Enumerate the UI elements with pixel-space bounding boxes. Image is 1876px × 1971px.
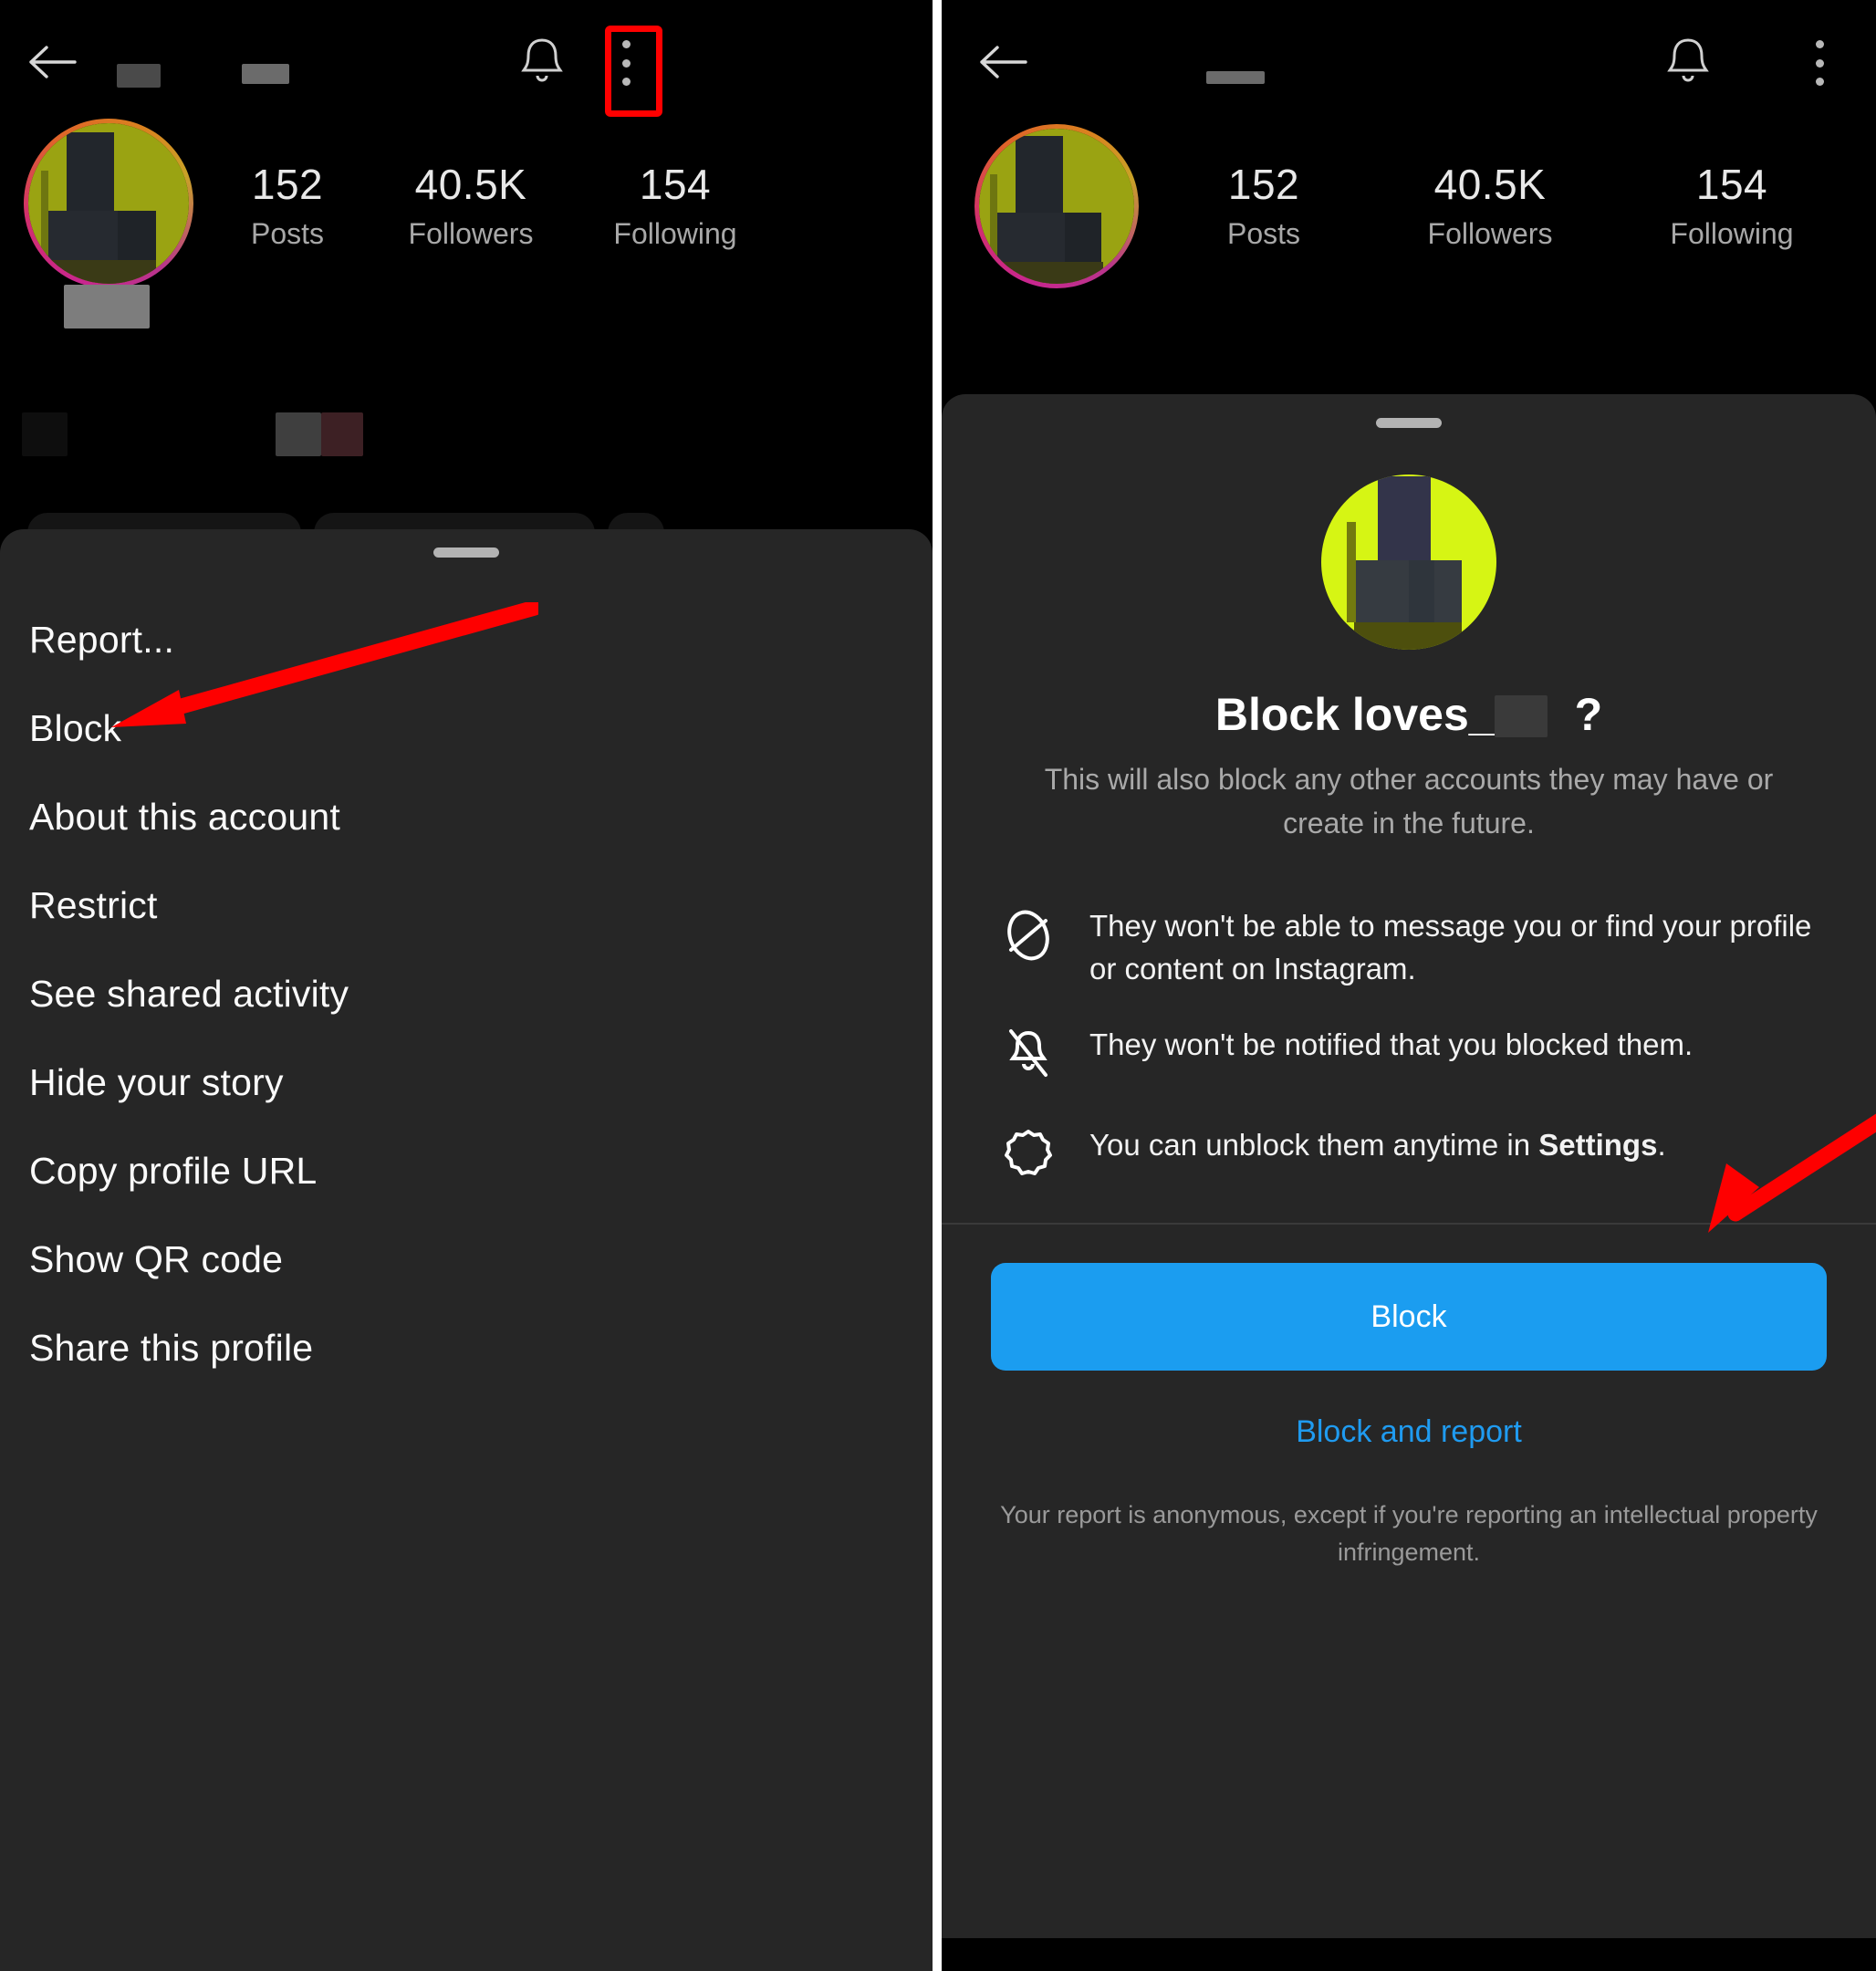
system-navigation-bar (942, 1938, 1876, 1971)
block-and-report-link[interactable]: Block and report (942, 1414, 1876, 1450)
stat-following-number: 154 (1695, 161, 1768, 208)
stat-following-number: 154 (639, 161, 712, 208)
stat-posts-number: 152 (1227, 161, 1300, 208)
no-message-icon (998, 905, 1058, 965)
username-redaction-1 (1206, 71, 1265, 84)
stat-posts-number: 152 (251, 161, 324, 208)
stat-following[interactable]: 154 Following (573, 160, 777, 251)
menu-item-show-qr[interactable]: Show QR code (29, 1238, 283, 1281)
menu-item-about-account[interactable]: About this account (29, 796, 340, 839)
drag-handle[interactable] (1376, 418, 1442, 428)
stat-followers-number: 40.5K (414, 161, 527, 208)
stat-posts-label: Posts (1226, 217, 1301, 250)
notification-bell-icon[interactable] (1662, 35, 1714, 89)
profile-name-redaction (64, 285, 150, 328)
stat-posts[interactable]: 152 Posts (206, 160, 369, 251)
bio-redaction-1 (22, 412, 68, 456)
profile-stats: 152 Posts 40.5K Followers 154 Following (1159, 160, 1852, 251)
back-arrow-icon[interactable] (27, 40, 77, 84)
avatar[interactable] (24, 119, 193, 288)
divider-line (942, 1223, 1876, 1225)
drag-handle[interactable] (433, 548, 499, 558)
settings-emphasis: Settings (1538, 1128, 1658, 1162)
right-appbar (942, 0, 1876, 123)
highlight-box-overflow-menu (605, 26, 662, 117)
dialog-title-redaction (1494, 695, 1548, 737)
stat-following[interactable]: 154 Following (1611, 160, 1852, 251)
feature-text-after: . (1657, 1128, 1666, 1162)
left-appbar (0, 0, 933, 123)
feature-text-no-notify: They won't be notified that you blocked … (1089, 1027, 1694, 1061)
right-panel-block-dialog: 152 Posts 40.5K Followers 154 Following (942, 0, 1876, 1971)
feature-text-before: You can unblock them anytime in (1089, 1128, 1539, 1162)
stat-followers-number: 40.5K (1433, 161, 1547, 208)
stat-following-label: Following (613, 217, 737, 250)
menu-item-copy-url[interactable]: Copy profile URL (29, 1150, 317, 1193)
notification-bell-icon[interactable] (516, 35, 568, 89)
bio-redaction-3 (321, 412, 363, 456)
feature-text-unblock-settings: You can unblock them anytime in Settings… (1089, 1124, 1666, 1167)
feature-row-no-message: They won't be able to message you or fin… (998, 905, 1825, 991)
stat-followers[interactable]: 40.5K Followers (1369, 160, 1611, 251)
profile-stats: 152 Posts 40.5K Followers 154 Following (206, 160, 808, 251)
menu-item-report[interactable]: Report... (29, 619, 174, 662)
stat-followers-label: Followers (408, 217, 534, 250)
back-arrow-icon[interactable] (978, 40, 1027, 84)
menu-item-share-profile[interactable]: Share this profile (29, 1327, 313, 1370)
feature-text-no-message: They won't be able to message you or fin… (1089, 909, 1812, 986)
feature-row-no-notify: They won't be notified that you blocked … (998, 1024, 1825, 1084)
options-bottom-sheet: Report... Block About this account Restr… (0, 529, 933, 1971)
menu-item-block[interactable]: Block (29, 707, 121, 750)
bio-redaction-2 (276, 412, 321, 456)
block-confirm-sheet: Block loves_? This will also block any o… (942, 394, 1876, 1971)
stat-followers-label: Followers (1427, 217, 1553, 250)
stat-following-label: Following (1670, 217, 1794, 250)
username-redaction-2 (242, 64, 289, 84)
stat-followers[interactable]: 40.5K Followers (369, 160, 573, 251)
report-footnote: Your report is anonymous, except if you'… (1000, 1501, 1818, 1566)
dialog-avatar (1321, 474, 1496, 650)
username-redaction-1 (117, 64, 161, 88)
dialog-title-suffix: ? (1574, 689, 1603, 740)
left-panel-profile-menu: 152 Posts 40.5K Followers 154 Following … (0, 0, 933, 1971)
menu-item-restrict[interactable]: Restrict (29, 884, 158, 927)
gear-icon (998, 1124, 1058, 1184)
panel-divider (933, 0, 942, 1971)
menu-item-hide-story[interactable]: Hide your story (29, 1061, 284, 1104)
dialog-title-prefix: Block loves_ (1214, 689, 1495, 740)
dialog-title: Block loves_? (942, 688, 1876, 741)
bell-off-icon (998, 1024, 1058, 1084)
avatar[interactable] (974, 124, 1139, 288)
three-dot-menu-icon[interactable] (1799, 35, 1840, 91)
avatar-photo (28, 123, 189, 284)
two-panel-screenshot: 152 Posts 40.5K Followers 154 Following … (0, 0, 1876, 1971)
feature-row-unblock-settings: You can unblock them anytime in Settings… (998, 1124, 1825, 1184)
avatar-photo (979, 129, 1134, 284)
stat-posts[interactable]: 152 Posts (1159, 160, 1369, 251)
dialog-subtitle: This will also block any other accounts … (1044, 763, 1774, 840)
menu-item-shared-activity[interactable]: See shared activity (29, 973, 349, 1016)
stat-posts-label: Posts (250, 217, 325, 250)
block-button[interactable]: Block (991, 1263, 1827, 1371)
